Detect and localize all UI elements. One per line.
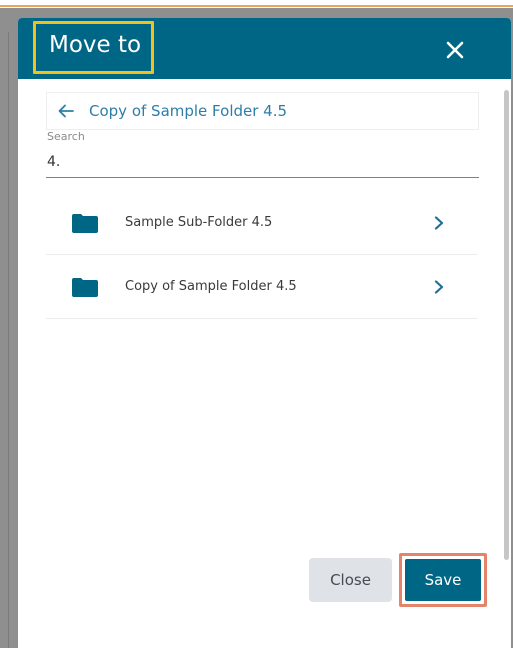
scrollbar[interactable] (504, 90, 509, 560)
folder-icon (72, 278, 98, 297)
close-icon[interactable] (442, 37, 468, 63)
folder-list-item[interactable]: Copy of Sample Folder 4.5 (46, 255, 477, 319)
folder-name: Copy of Sample Folder 4.5 (125, 279, 297, 294)
top-accent-bar (0, 0, 513, 8)
save-button[interactable]: Save (405, 559, 481, 601)
current-folder-label[interactable]: Copy of Sample Folder 4.5 (89, 102, 287, 120)
folder-icon (72, 214, 98, 233)
dialog-header: Move to (18, 18, 511, 79)
dialog-title: Move to (49, 32, 142, 58)
close-button[interactable]: Close (309, 558, 392, 602)
arrow-left-icon[interactable] (56, 101, 76, 121)
chevron-right-icon[interactable] (432, 214, 446, 232)
move-to-dialog: Move to Copy of Sample Folder 4.5 Search… (18, 18, 511, 648)
search-label: Search (47, 130, 85, 143)
folder-list: Sample Sub-Folder 4.5 Copy of Sample Fol… (46, 191, 477, 319)
folder-list-item[interactable]: Sample Sub-Folder 4.5 (46, 191, 477, 255)
search-input[interactable] (46, 146, 479, 178)
folder-name: Sample Sub-Folder 4.5 (125, 215, 273, 230)
background-overlay (0, 8, 18, 648)
breadcrumb-back-row[interactable]: Copy of Sample Folder 4.5 (46, 92, 479, 130)
chevron-right-icon[interactable] (432, 278, 446, 296)
